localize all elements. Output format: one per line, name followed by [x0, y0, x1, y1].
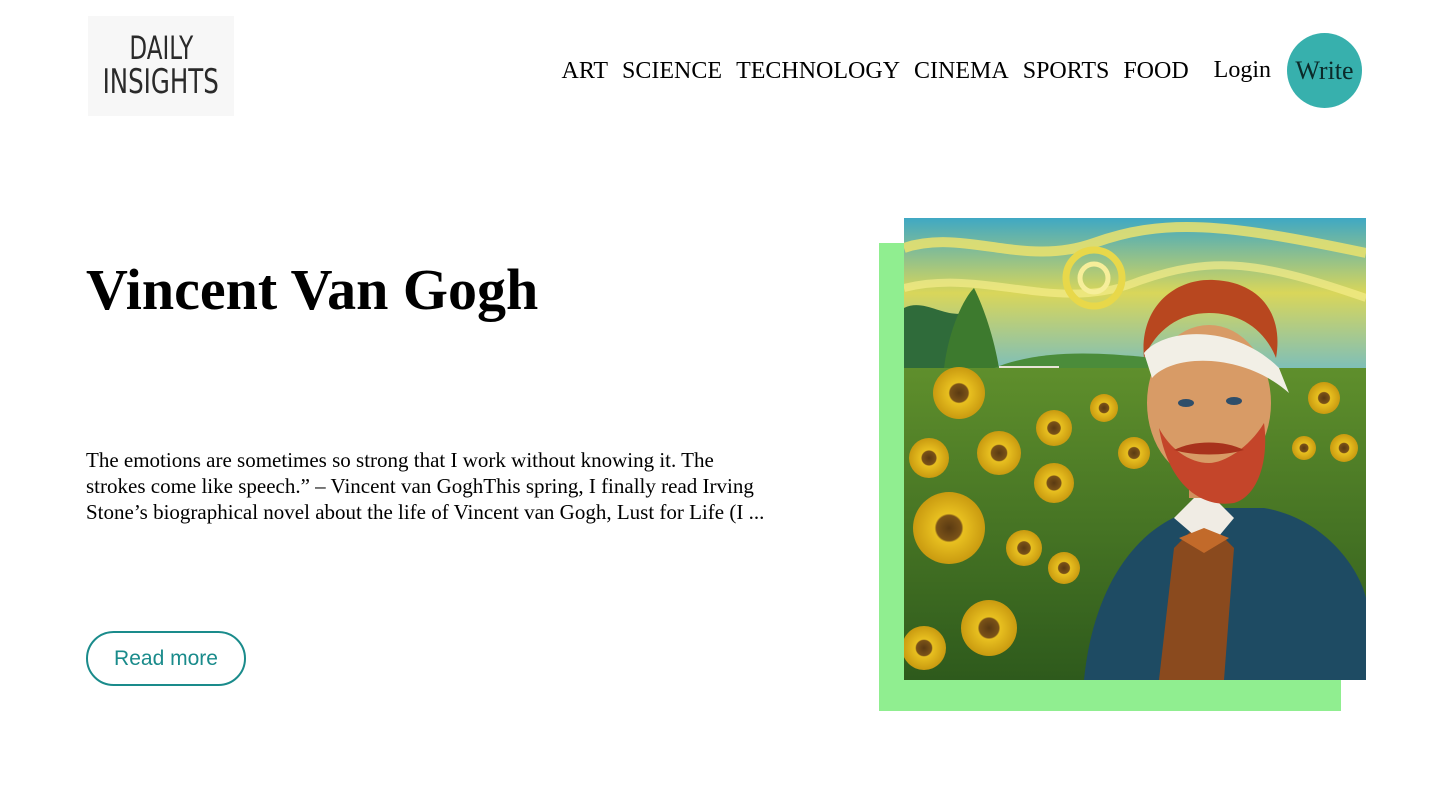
main-nav: ART SCIENCE TECHNOLOGY CINEMA SPORTS FOO… — [561, 33, 1362, 108]
read-more-button[interactable]: Read more — [86, 631, 246, 686]
post-excerpt: The emotions are sometimes so strong tha… — [86, 448, 765, 524]
page: DAILY INSIGHTS ART SCIENCE TECHNOLOGY CI… — [0, 0, 1440, 811]
site-logo[interactable]: DAILY INSIGHTS — [88, 16, 234, 116]
van-gogh-portrait-icon — [904, 218, 1366, 680]
post-title[interactable]: Vincent Van Gogh — [86, 258, 538, 322]
nav-link-food[interactable]: FOOD — [1123, 59, 1188, 83]
nav-link-cinema[interactable]: CINEMA — [914, 59, 1009, 83]
nav-link-science[interactable]: SCIENCE — [622, 59, 722, 83]
logo-text-line1: DAILY — [129, 29, 193, 68]
nav-link-art[interactable]: ART — [561, 59, 608, 83]
logo-text-line2: INSIGHTS — [102, 61, 220, 102]
login-link[interactable]: Login — [1214, 57, 1271, 84]
nav-link-technology[interactable]: TECHNOLOGY — [736, 59, 900, 83]
nav-link-sports[interactable]: SPORTS — [1023, 59, 1110, 83]
post-image[interactable] — [904, 218, 1366, 680]
write-button[interactable]: Write — [1287, 33, 1362, 108]
